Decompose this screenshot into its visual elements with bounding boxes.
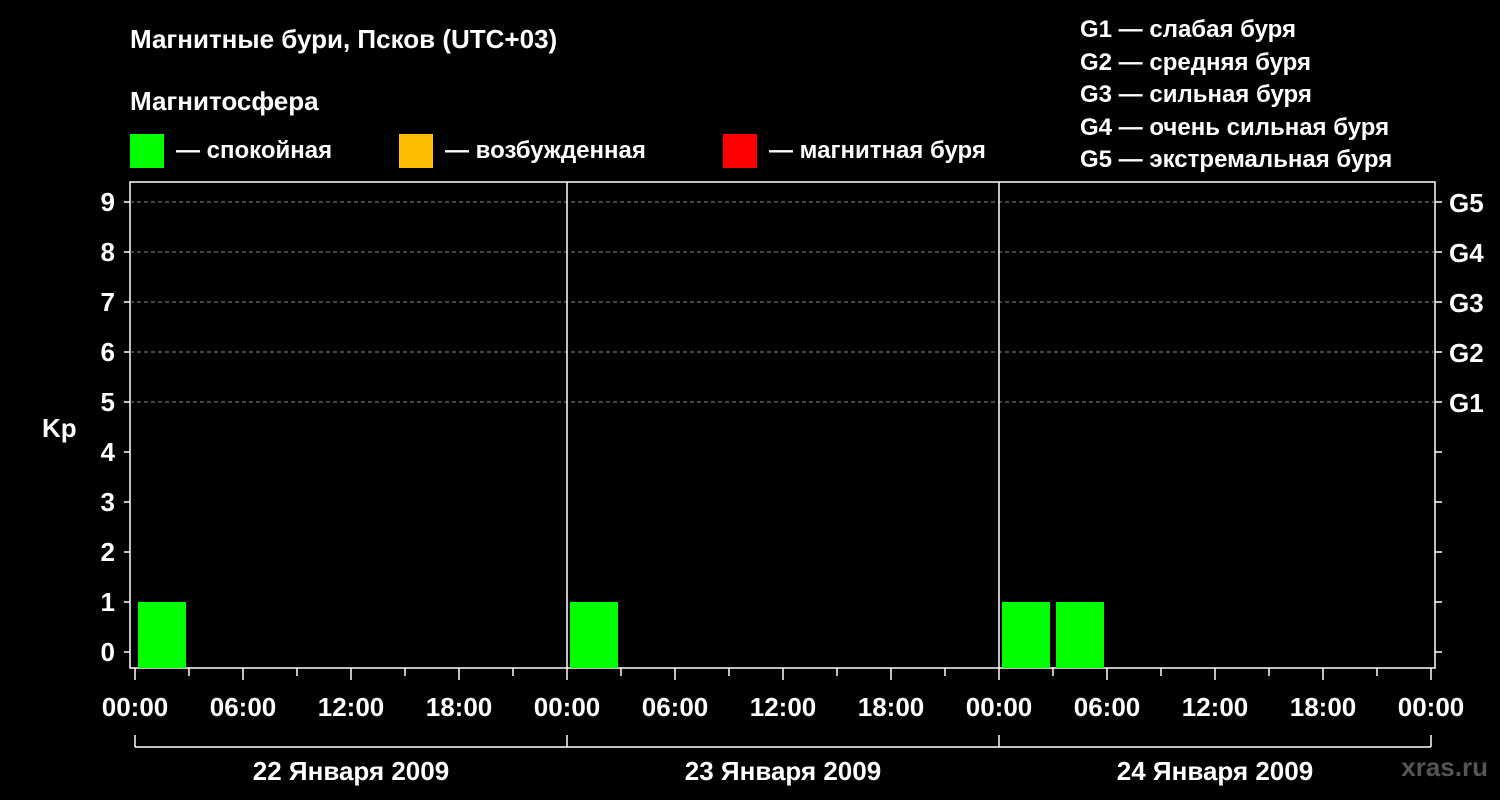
kp-bar bbox=[570, 602, 618, 668]
y-tick-label: 8 bbox=[101, 237, 115, 267]
y-tick-label: 2 bbox=[101, 537, 115, 567]
x-tick-label: 00:00 bbox=[534, 692, 601, 722]
x-tick-label: 12:00 bbox=[1182, 692, 1249, 722]
x-tick-label: 06:00 bbox=[1074, 692, 1141, 722]
y-tick-label: 7 bbox=[101, 287, 115, 317]
x-tick-label: 18:00 bbox=[1290, 692, 1357, 722]
x-tick-label: 00:00 bbox=[102, 692, 169, 722]
day-label: 22 Января 2009 bbox=[253, 756, 449, 786]
g-scale-label: G2 bbox=[1449, 338, 1484, 368]
x-tick-label: 06:00 bbox=[642, 692, 709, 722]
day-label: 23 Января 2009 bbox=[685, 756, 881, 786]
y-tick-label: 9 bbox=[101, 187, 115, 217]
x-tick-label: 12:00 bbox=[750, 692, 817, 722]
y-tick-label: 4 bbox=[101, 437, 116, 467]
watermark: xras.ru bbox=[1401, 752, 1488, 782]
kp-bar bbox=[1002, 602, 1050, 668]
y-tick-label: 0 bbox=[101, 637, 115, 667]
g-scale-label: G5 bbox=[1449, 188, 1484, 218]
y-axis-label: Kp bbox=[42, 413, 77, 443]
x-tick-label: 00:00 bbox=[966, 692, 1033, 722]
kp-chart: 0 1 2 3 4 5 6 7 8 9 G1 G2 G3 G4 G5 Kp 00:00 06:00 12:00 18:… bbox=[42, 181, 1484, 786]
y-tick-label: 1 bbox=[101, 587, 115, 617]
kp-bar bbox=[138, 602, 186, 668]
g-scale-label: G3 bbox=[1449, 288, 1484, 318]
x-tick-label: 18:00 bbox=[858, 692, 925, 722]
kp-bar bbox=[1056, 602, 1104, 668]
y-tick-label: 6 bbox=[101, 337, 115, 367]
g-scale-label: G4 bbox=[1449, 238, 1484, 268]
x-tick-label: 12:00 bbox=[318, 692, 385, 722]
x-tick-label: 06:00 bbox=[210, 692, 277, 722]
plot-frame bbox=[129, 181, 1436, 669]
day-label: 24 Января 2009 bbox=[1117, 756, 1313, 786]
g-scale-label: G1 bbox=[1449, 388, 1484, 418]
x-tick-label: 00:00 bbox=[1398, 692, 1465, 722]
y-tick-label: 5 bbox=[101, 387, 115, 417]
x-tick-label: 18:00 bbox=[426, 692, 493, 722]
y-tick-label: 3 bbox=[101, 487, 115, 517]
